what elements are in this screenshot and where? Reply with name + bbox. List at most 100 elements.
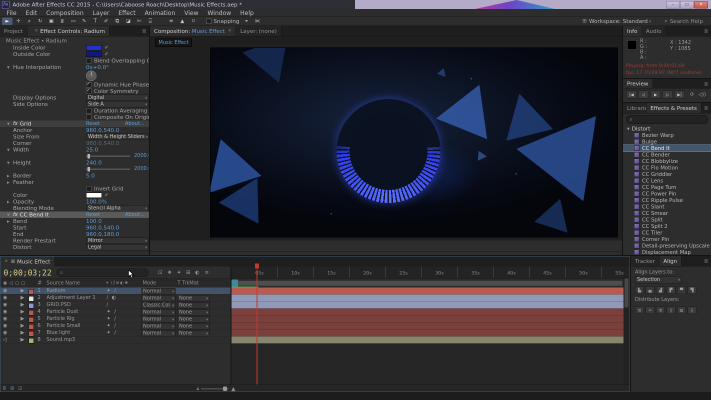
layer-name[interactable]: Particle Rig [47,316,75,322]
timeline-toggle-icon[interactable]: ❖ [167,270,171,276]
align-icon[interactable]: ▛ [667,287,676,295]
puppet-pin-tool[interactable]: ⍈ [145,18,156,26]
toolbar-extra-icon[interactable]: ▲ [177,18,188,26]
transport-button[interactable]: ▶| [674,91,685,99]
tab-align[interactable]: Align [659,256,681,266]
minimize-button[interactable]: – [666,1,680,9]
color-swatch[interactable] [86,193,102,199]
effects-search-input[interactable]: ⌕ [626,115,708,124]
distribute-icon[interactable]: ∥ [688,307,697,315]
rotation-tool[interactable]: ↻ [35,18,46,26]
close-icon[interactable]: ✕ [228,29,232,34]
align-to-dropdown[interactable]: Selection▾ [635,276,682,284]
tab-audio[interactable]: Audio [642,26,666,36]
expand-inout-columns-icon[interactable]: ◫ [18,386,22,391]
menu-item[interactable]: File [2,9,21,16]
vertical-scrollbar[interactable] [624,267,630,385]
menu-item[interactable]: Edit [21,9,42,16]
panel-menu-icon[interactable]: ≣ [701,103,711,113]
timeline-zoom-control[interactable]: ▲ ▲ [197,385,236,392]
color-swatch[interactable] [86,52,102,58]
layer-switches[interactable]: ✦ ∕ [107,309,117,315]
timeline-layer-row[interactable]: ◉ 2 Adjustment Layer 1 ∕ ◐ Normal▾ None▾ [1,295,231,302]
timeline-track-area[interactable]: 05s10s15s20s25s30s35s40s45s50s55s [231,267,624,385]
timeline-layer-row[interactable]: ◉ 1 Radium ✦ ∕ Normal▾ ▾ [1,288,231,295]
layer-switches[interactable]: ∕ ◐ [107,295,118,301]
toolbar-extra-icon[interactable]: ≡ [166,18,177,26]
eyedropper-icon[interactable]: ✐ [105,193,109,198]
selection-tool[interactable]: ► [2,18,13,26]
param-checkbox[interactable] [86,58,92,64]
twirl-icon[interactable] [21,330,25,336]
work-area-bar[interactable] [233,281,623,287]
current-time-field[interactable]: 0;00;03;22 [4,268,52,278]
transport-button[interactable]: ▶ [650,91,661,99]
effect-item[interactable]: Displacement Map [623,249,711,255]
layer-duration-bar[interactable] [232,330,624,337]
layer-duration-bar[interactable] [232,302,624,309]
toolbar-extra-icon[interactable]: ⌑ [188,18,199,26]
expand-transfer-controls-icon[interactable]: ⊞ [10,386,14,391]
align-icon[interactable]: ▜ [688,287,697,295]
transport-button[interactable]: |◀ [626,91,637,99]
trkmat-column-header[interactable]: T TrkMat [178,281,199,287]
brush-tool[interactable]: ✐ [101,18,112,26]
distribute-icon[interactable]: ≣ [656,307,665,315]
align-icon[interactable]: ▄ [646,287,655,295]
timeline-layer-row[interactable]: ◁ 8 Sound.mp3 ▾ ▾ [1,337,231,344]
layer-name[interactable]: Sound.mp3 [47,337,76,343]
zoom-out-mountain-icon[interactable]: ▲ [197,387,200,391]
panel-menu-icon[interactable]: ≣ [701,79,711,88]
effect-item[interactable]: Detail-preserving Upscale [623,243,711,250]
menu-item[interactable]: Window [203,9,236,16]
maximize-button[interactable]: ▢ [680,1,694,9]
close-icon[interactable]: ✕ [5,259,9,264]
search-help-field[interactable]: ⌕ Search Help [662,18,703,25]
shape-tool[interactable]: ▭ [68,18,79,26]
timeline-toggle-icon[interactable]: ✦ [177,270,181,276]
twirl-icon[interactable] [21,288,25,294]
layer-duration-bar[interactable] [232,337,624,344]
tab-preview[interactable]: Preview [623,79,653,88]
zoom-tool[interactable]: ⌕ [24,18,35,26]
timeline-layer-row[interactable]: ◉ 4 Particle Dust ✦ ∕ Normal▾ None▾ [1,309,231,316]
layer-switches[interactable]: ✦ ∕ [107,323,117,329]
audio-speaker-icon[interactable]: ◁ [3,337,7,343]
current-time-indicator-head[interactable] [255,264,259,269]
timeline-layer-row[interactable]: ◉ 5 Particle Rig ✦ ∕ Normal▾ None▾ [1,316,231,323]
twirl-icon[interactable]: ▼ [627,127,630,131]
layer-name[interactable]: Particle Dust [47,309,79,315]
layer-color-swatch[interactable] [29,338,35,344]
panel-menu-icon[interactable]: ≣ [701,256,711,266]
distribute-icon[interactable]: ≣ [635,307,644,315]
param-dropdown[interactable]: Legal▾ [86,244,149,251]
timeline-toggle-icon[interactable]: ≡ [205,270,209,276]
layer-switches[interactable]: ∕ [107,302,110,308]
timeline-toggle-icon[interactable]: ◐ [195,270,199,276]
camera-tool[interactable]: ▣ [46,18,57,26]
layer-switches[interactable]: ✦ ∕ [107,330,117,336]
visibility-eye-icon[interactable]: ◉ [3,330,7,336]
pen-tool[interactable]: ✎ [79,18,90,26]
visibility-eye-icon[interactable]: ◉ [3,323,7,329]
param-checkbox[interactable] [86,82,92,88]
twirl-icon[interactable] [21,316,25,322]
layer-duration-bar[interactable] [232,316,624,323]
layer-name[interactable]: Particle Small [47,323,81,329]
eraser-tool[interactable]: ◪ [123,18,134,26]
visibility-eye-icon[interactable]: ◉ [3,309,7,315]
mode-column-header[interactable]: Mode [143,281,157,287]
layer-switches[interactable]: ✦ ∕ [107,316,117,322]
reset-link[interactable]: Reset [86,121,100,127]
preview-option-icon[interactable]: ◁)) [698,92,706,98]
twirl-icon[interactable] [21,295,25,301]
close-icon[interactable]: ✕ [34,29,38,34]
menu-item[interactable]: Layer [88,9,114,16]
timeline-layer-row[interactable]: ◉ 7 Blue light ✦ ∕ Normal▾ None▾ [1,330,231,337]
expand-layer-switches-icon[interactable]: ≣ [3,386,7,391]
time-ruler[interactable]: 05s10s15s20s25s30s35s40s45s50s55s [232,267,624,279]
menu-item[interactable]: Composition [42,9,88,16]
workspace-switcher[interactable]: ⊞ Workspace: Standard ▾ [580,18,651,25]
panel-menu-icon[interactable]: ≣ [139,26,149,36]
snapping-option-icon[interactable]: ⌖ [241,18,252,26]
